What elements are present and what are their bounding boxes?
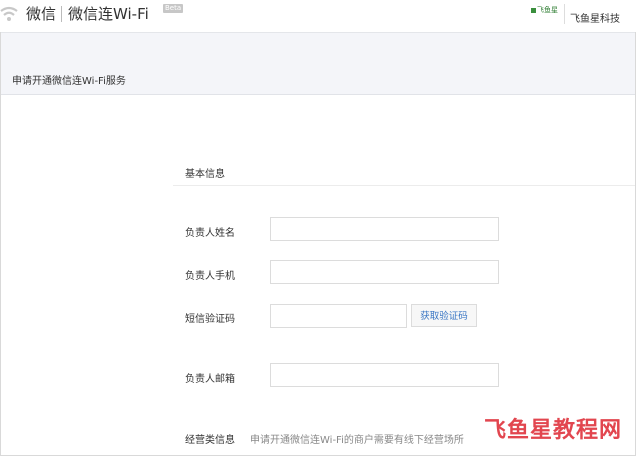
name-label: 负责人姓名 xyxy=(185,228,235,239)
main-nav-bar xyxy=(1,32,635,64)
account-logo: 飞鱼星 xyxy=(531,5,558,15)
brand-divider xyxy=(61,6,62,22)
section-title-basic-info: 基本信息 xyxy=(185,169,225,180)
phone-input[interactable] xyxy=(270,260,499,284)
top-header: 微信 微信连Wi-Fi Beta 飞鱼星 飞鱼星科技 xyxy=(0,0,636,32)
sms-code-input[interactable] xyxy=(270,304,407,328)
business-info-label: 经营类信息 xyxy=(185,435,235,446)
beta-badge: Beta xyxy=(163,4,184,13)
wechat-logo-icon xyxy=(0,6,18,21)
account-name[interactable]: 飞鱼星科技 xyxy=(570,10,620,25)
product-title[interactable]: 微信连Wi-Fi xyxy=(68,3,149,24)
section-divider xyxy=(173,185,635,186)
email-label: 负责人邮箱 xyxy=(185,374,235,385)
account-logo-text: 飞鱼星 xyxy=(537,6,558,14)
sms-code-label: 短信验证码 xyxy=(185,314,235,325)
email-input[interactable] xyxy=(270,363,499,387)
watermark: 飞鱼星教程网 xyxy=(484,418,623,443)
phone-label: 负责人手机 xyxy=(185,271,235,282)
feiyuxing-logo-icon xyxy=(531,7,536,13)
account-divider xyxy=(564,4,565,24)
name-input[interactable] xyxy=(270,217,499,241)
page-title: 申请开通微信连Wi-Fi服务 xyxy=(12,76,126,87)
breadcrumb: 申请开通微信连Wi-Fi服务 xyxy=(1,63,635,95)
get-code-button[interactable]: 获取验证码 xyxy=(411,304,477,327)
brand-title[interactable]: 微信 xyxy=(26,3,56,24)
business-info-description: 申请开通微信连Wi-Fi的商户需要有线下经营场所 xyxy=(250,435,464,446)
